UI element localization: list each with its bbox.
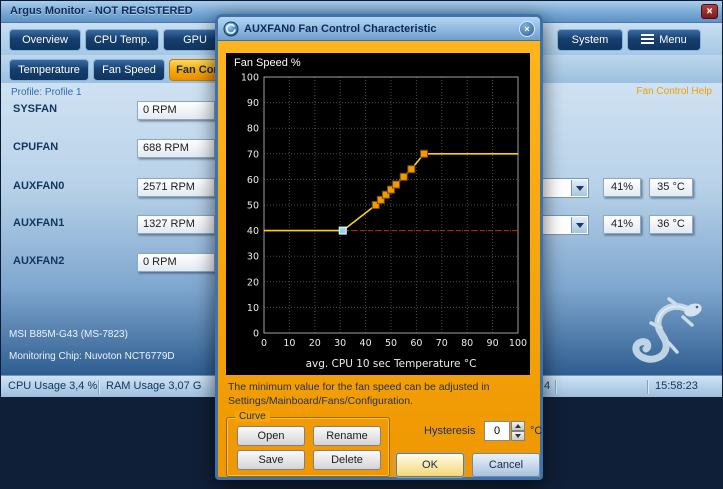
svg-text:40: 40 bbox=[247, 226, 259, 237]
status-separator bbox=[98, 380, 99, 394]
cancel-button[interactable]: Cancel bbox=[472, 453, 540, 477]
spin-up-icon bbox=[515, 424, 521, 428]
window-close-button[interactable]: × bbox=[701, 4, 718, 19]
mainboard-info: MSI B85M-G43 (MS-7823) bbox=[9, 329, 128, 340]
profile-label: Profile: Profile 1 bbox=[11, 87, 82, 98]
ok-button[interactable]: OK bbox=[396, 453, 464, 477]
fan-temp-value: 35 °C bbox=[649, 178, 693, 197]
dialog-title: AUXFAN0 Fan Control Characteristic bbox=[244, 23, 514, 35]
fan-mode-dropdown[interactable] bbox=[541, 178, 589, 198]
fan-control-dialog: AUXFAN0 Fan Control Characteristic × Fan… bbox=[215, 14, 543, 480]
svg-text:90: 90 bbox=[487, 338, 499, 349]
spin-down-icon bbox=[515, 434, 521, 438]
fan-temp-value: 36 °C bbox=[649, 215, 693, 234]
fan-rpm-value: 2571 RPM bbox=[137, 178, 215, 197]
svg-text:50: 50 bbox=[385, 338, 397, 349]
fan-percent-value: 41% bbox=[603, 178, 641, 197]
desktop: Argus Monitor - NOT REGISTERED × Overvie… bbox=[0, 0, 723, 489]
svg-text:60: 60 bbox=[247, 175, 259, 186]
svg-text:40: 40 bbox=[360, 338, 372, 349]
window-title: Argus Monitor - NOT REGISTERED bbox=[10, 5, 193, 17]
svg-text:30: 30 bbox=[334, 338, 346, 349]
status-separator bbox=[555, 380, 556, 394]
svg-text:80: 80 bbox=[461, 338, 473, 349]
dialog-titlebar: AUXFAN0 Fan Control Characteristic × bbox=[218, 17, 540, 41]
svg-text:10: 10 bbox=[247, 303, 259, 314]
fan-mode-dropdown[interactable] bbox=[541, 215, 589, 235]
curve-control-point[interactable] bbox=[408, 166, 415, 173]
status-ram-usage: RAM Usage 3,07 G bbox=[106, 376, 201, 397]
fan-rpm-value: 688 RPM bbox=[137, 139, 215, 158]
hysteresis-unit: °C bbox=[530, 425, 542, 437]
status-time: 15:58:23 bbox=[655, 376, 698, 397]
curve-control-point[interactable] bbox=[393, 181, 400, 188]
svg-text:60: 60 bbox=[410, 338, 422, 349]
chart-title: Fan Speed % bbox=[234, 57, 301, 69]
svg-text:30: 30 bbox=[247, 252, 259, 263]
fan-curve-chart: Fan Speed % 0 10 20 30 40 50 60 70 80 90 100 0 10 20 3… bbox=[226, 53, 530, 375]
hysteresis-spin-down[interactable] bbox=[511, 431, 525, 441]
svg-text:0: 0 bbox=[261, 338, 267, 349]
fan-name-label: AUXFAN2 bbox=[13, 255, 64, 267]
fan-name-label: AUXFAN0 bbox=[13, 180, 64, 192]
rename-button[interactable]: Rename bbox=[313, 426, 381, 446]
tab-cpu-temp[interactable]: CPU Temp. bbox=[85, 29, 159, 51]
fan-control-help-link[interactable]: Fan Control Help bbox=[636, 86, 712, 97]
gecko-logo bbox=[613, 297, 709, 373]
hysteresis-spinner bbox=[484, 421, 526, 441]
fan-name-label: SYSFAN bbox=[13, 103, 57, 115]
dropdown-arrow-icon bbox=[571, 217, 587, 233]
svg-text:80: 80 bbox=[247, 124, 259, 135]
tab-system[interactable]: System bbox=[557, 29, 623, 51]
fan-rpm-value: 0 RPM bbox=[137, 101, 215, 120]
svg-text:10: 10 bbox=[283, 338, 295, 349]
status-partial: 4 bbox=[544, 376, 550, 397]
dialog-body: Fan Speed % 0 10 20 30 40 50 60 70 80 90 100 0 10 20 3… bbox=[218, 41, 540, 477]
dialog-note: The minimum value for the fan speed can … bbox=[228, 381, 526, 408]
hysteresis-spin-up[interactable] bbox=[511, 421, 525, 431]
hysteresis-input[interactable] bbox=[484, 421, 510, 441]
curve-control-point[interactable] bbox=[421, 150, 428, 157]
close-icon: × bbox=[524, 24, 529, 34]
tab-menu[interactable]: Menu bbox=[627, 29, 701, 51]
close-icon: × bbox=[707, 6, 713, 17]
chip-info: Monitoring Chip: Nuvoton NCT6779D bbox=[9, 351, 175, 362]
svg-text:20: 20 bbox=[309, 338, 321, 349]
status-separator bbox=[647, 380, 648, 394]
svg-text:90: 90 bbox=[247, 98, 259, 109]
svg-text:20: 20 bbox=[247, 277, 259, 288]
tab-overview[interactable]: Overview bbox=[9, 29, 81, 51]
svg-text:0: 0 bbox=[253, 329, 259, 340]
subtab-temperature[interactable]: Temperature bbox=[9, 59, 89, 81]
fan-name-label: AUXFAN1 bbox=[13, 217, 64, 229]
fan-curve-svg[interactable]: 0 10 20 30 40 50 60 70 80 90 100 0 10 20 30 40 50 60 70 80 9… bbox=[226, 53, 530, 375]
delete-button[interactable]: Delete bbox=[313, 450, 381, 470]
dropdown-arrow-icon bbox=[571, 180, 587, 196]
curve-groupbox: Curve Open Rename Save Delete bbox=[226, 417, 390, 477]
selected-curve-point[interactable] bbox=[339, 227, 346, 234]
fan-rpm-value: 0 RPM bbox=[137, 253, 215, 272]
menu-icon bbox=[641, 34, 654, 44]
curve-control-point[interactable] bbox=[400, 173, 407, 180]
svg-text:100: 100 bbox=[241, 73, 259, 84]
fan-rpm-value: 1327 RPM bbox=[137, 215, 215, 234]
open-button[interactable]: Open bbox=[237, 426, 305, 446]
svg-text:50: 50 bbox=[247, 201, 259, 212]
dialog-close-button[interactable]: × bbox=[519, 21, 535, 37]
save-button[interactable]: Save bbox=[237, 450, 305, 470]
fan-name-label: CPUFAN bbox=[13, 141, 58, 153]
fan-percent-value: 41% bbox=[603, 215, 641, 234]
hysteresis-label: Hysteresis bbox=[424, 425, 475, 437]
curve-group-label: Curve bbox=[235, 411, 270, 422]
svg-text:100: 100 bbox=[509, 338, 527, 349]
svg-text:70: 70 bbox=[436, 338, 448, 349]
status-cpu-usage: CPU Usage 3,4 % bbox=[8, 376, 97, 397]
svg-text:avg. CPU 10 sec Temperature °C: avg. CPU 10 sec Temperature °C bbox=[306, 358, 477, 370]
tab-menu-label: Menu bbox=[659, 34, 687, 46]
subtab-fan-speed[interactable]: Fan Speed bbox=[93, 59, 165, 81]
svg-text:70: 70 bbox=[247, 149, 259, 160]
argus-logo-icon bbox=[223, 21, 239, 37]
